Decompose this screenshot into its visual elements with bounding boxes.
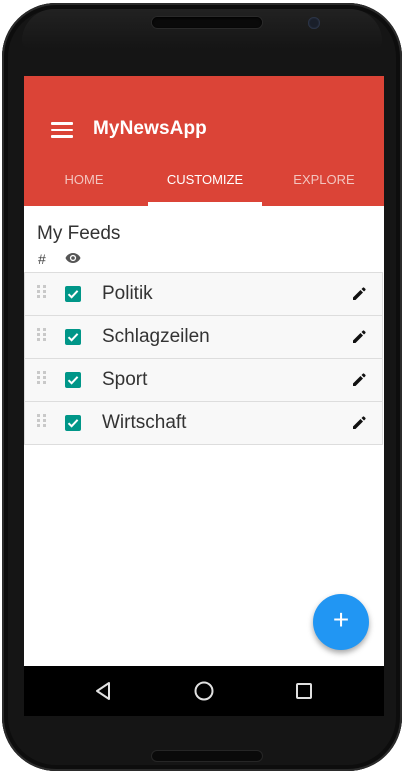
home-icon[interactable] <box>188 675 220 707</box>
android-navigation-bar <box>24 666 384 716</box>
plus-icon: + <box>332 604 350 635</box>
hamburger-menu-icon[interactable] <box>51 122 73 138</box>
add-feed-button[interactable]: + <box>313 594 369 650</box>
feed-label: Schlagzeilen <box>102 326 210 347</box>
edit-pencil-icon[interactable] <box>351 372 367 388</box>
tab-customize[interactable]: CUSTOMIZE <box>148 162 262 206</box>
phone-bezel-highlight <box>22 9 382 49</box>
feed-list: Politik Schlagzeilen Sport Wirtschaft <box>24 272 383 445</box>
tab-home[interactable]: HOME <box>24 162 144 206</box>
feed-row[interactable]: Politik <box>24 272 383 315</box>
tab-explore[interactable]: EXPLORE <box>264 162 384 206</box>
feed-label: Wirtschaft <box>102 412 187 433</box>
drag-handle-icon[interactable] <box>37 371 48 388</box>
feed-label: Sport <box>102 369 148 390</box>
edit-pencil-icon[interactable] <box>351 329 367 345</box>
feeds-title: My Feeds <box>37 223 121 244</box>
feed-row[interactable]: Sport <box>24 358 383 401</box>
feed-visible-checkbox[interactable] <box>65 415 81 431</box>
bottom-speaker <box>152 751 262 761</box>
feed-row[interactable]: Schlagzeilen <box>24 315 383 358</box>
drag-handle-icon[interactable] <box>37 328 48 345</box>
app-bar: MyNewsApp HOME CUSTOMIZE EXPLORE <box>24 76 384 206</box>
feed-visible-checkbox[interactable] <box>65 286 81 302</box>
recents-icon[interactable] <box>288 675 320 707</box>
eye-icon <box>65 253 81 263</box>
drag-handle-icon[interactable] <box>37 285 48 302</box>
edit-pencil-icon[interactable] <box>351 415 367 431</box>
feed-visible-checkbox[interactable] <box>65 372 81 388</box>
screen: MyNewsApp HOME CUSTOMIZE EXPLORE My Feed… <box>24 76 384 716</box>
app-title: MyNewsApp <box>93 118 207 139</box>
drag-handle-icon[interactable] <box>37 414 48 431</box>
edit-pencil-icon[interactable] <box>351 286 367 302</box>
tab-bar: HOME CUSTOMIZE EXPLORE <box>24 162 384 206</box>
back-icon[interactable] <box>88 675 120 707</box>
front-camera <box>308 17 320 29</box>
feed-row[interactable]: Wirtschaft <box>24 401 383 445</box>
feed-label: Politik <box>102 283 153 304</box>
earpiece-speaker <box>152 17 262 28</box>
order-column-header: # <box>38 251 46 267</box>
active-tab-indicator <box>148 202 262 206</box>
feed-visible-checkbox[interactable] <box>65 329 81 345</box>
